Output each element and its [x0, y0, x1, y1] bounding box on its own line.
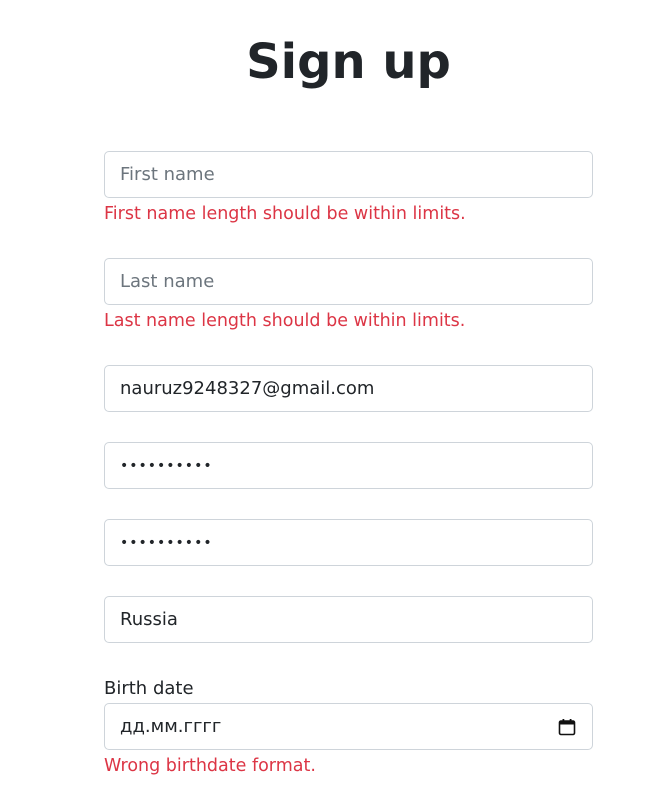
page-title: Sign up [246, 34, 451, 90]
confirm-password-value: •••••••••• [120, 534, 213, 551]
confirm-password-field[interactable]: •••••••••• [104, 519, 593, 566]
first-name-placeholder: First name [120, 164, 215, 185]
birth-date-placeholder: дд.мм.гггг [120, 716, 222, 737]
email-field[interactable]: nauruz9248327@gmail.com [104, 365, 593, 412]
birth-date-label: Birth date [104, 678, 194, 699]
country-value: Russia [120, 609, 178, 630]
last-name-error: Last name length should be within limits… [104, 311, 466, 331]
password-value: •••••••••• [120, 457, 213, 474]
first-name-field[interactable]: First name [104, 151, 593, 198]
birth-date-field[interactable]: дд.мм.гггг [104, 703, 593, 750]
password-field[interactable]: •••••••••• [104, 442, 593, 489]
email-value: nauruz9248327@gmail.com [120, 378, 375, 399]
last-name-placeholder: Last name [120, 271, 215, 292]
birth-date-error: Wrong birthdate format. [104, 756, 316, 776]
country-field[interactable]: Russia [104, 596, 593, 643]
last-name-field[interactable]: Last name [104, 258, 593, 305]
calendar-icon[interactable] [557, 717, 577, 737]
first-name-error: First name length should be within limit… [104, 204, 466, 224]
